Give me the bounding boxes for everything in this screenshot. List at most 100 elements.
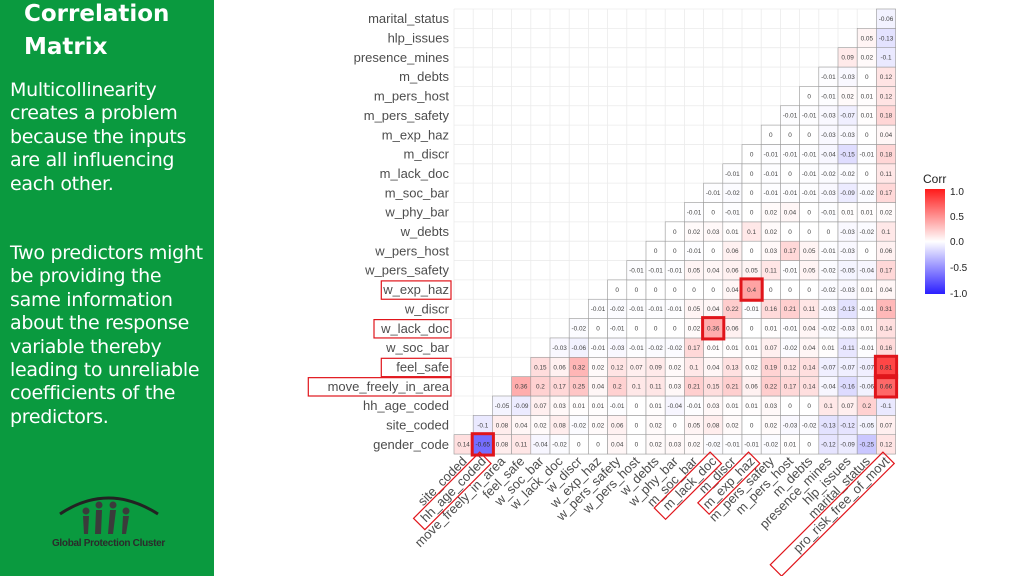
- cell-value-label: 0.11: [803, 306, 815, 313]
- cell-value-label: 0: [596, 326, 600, 333]
- cell-value-label: 0.11: [880, 171, 892, 178]
- cell-value-label: 0: [865, 171, 869, 178]
- cell-value-label: -0.01: [648, 268, 663, 275]
- cell-value-label: 0: [788, 403, 792, 410]
- row-label: move_freely_in_area: [328, 379, 450, 394]
- heatmap-cells: 0.14 -0.65 0.08 0.11 -0.04 -0.02 0 0 0.04 0 0.02 0.…: [453, 8, 896, 455]
- cell-value-label: 0.14: [457, 442, 470, 449]
- cell-value-label: -0.02: [802, 422, 817, 429]
- cell-value-label: 0: [788, 287, 792, 294]
- cell-value-label: -0.07: [840, 364, 855, 371]
- cell-value-label: 0.25: [573, 384, 586, 391]
- cell-value-label: 0.02: [765, 422, 778, 429]
- cell-value-label: 0.01: [841, 209, 854, 216]
- cell-value-label: 0.19: [765, 364, 778, 371]
- cell-value-label: -0.04: [860, 268, 875, 275]
- row-label: presence_mines: [354, 50, 450, 65]
- cell-value-label: 0: [865, 248, 869, 255]
- cell-value-label: -0.03: [840, 326, 855, 333]
- row-labels: marital_status hlp_issues presence_mines m_…: [328, 11, 450, 452]
- cell-value-label: -0.1: [880, 403, 891, 410]
- cell-value-label: 0: [635, 326, 639, 333]
- cell-value-label: 0.09: [649, 364, 662, 371]
- cell-value-label: 0: [865, 74, 869, 81]
- cell-value-label: 0.02: [861, 55, 874, 62]
- cell-value-label: -0.01: [687, 403, 702, 410]
- row-label: gender_code: [373, 437, 449, 452]
- cell-value-label: 0: [807, 287, 811, 294]
- cell-value-label: 0.16: [765, 306, 778, 313]
- cell-value-label: 0.06: [726, 248, 739, 255]
- row-label: m_discr: [403, 147, 449, 162]
- cell-value-label: -0.01: [821, 248, 836, 255]
- cell-value-label: 0: [654, 326, 658, 333]
- cell-value-label: 0.02: [765, 229, 778, 236]
- cell-value-label: -0.12: [821, 442, 836, 449]
- cell-value-label: 0.2: [613, 384, 622, 391]
- cell-value-label: 0.01: [861, 326, 874, 333]
- cell-value-label: -0.02: [668, 345, 683, 352]
- cell-value-label: 0.01: [861, 209, 874, 216]
- cell-value-label: -0.01: [783, 113, 798, 120]
- cell-value-label: 0.02: [534, 422, 547, 429]
- cell-value-label: 0.04: [707, 306, 720, 313]
- predictors-paragraph: Two predictors might be providing the sa…: [10, 242, 203, 428]
- cell-value-label: -0.02: [840, 171, 855, 178]
- cell-value-label: -0.01: [687, 248, 702, 255]
- cell-value-label: 0: [807, 403, 811, 410]
- cell-value-label: -0.02: [572, 422, 587, 429]
- cell-value-label: 0: [865, 132, 869, 139]
- cell-value-label: -0.06: [860, 384, 875, 391]
- cell-value-label: -0.06: [879, 16, 894, 23]
- cell-value-label: -0.01: [764, 171, 779, 178]
- cell-value-label: 0: [654, 287, 658, 294]
- cell-value-label: 0: [769, 287, 773, 294]
- cell-value-label: -0.02: [860, 190, 875, 197]
- correlation-matrix-chart: 0.14 -0.65 0.08 0.11 -0.04 -0.02 0 0 0.04 0 0.02 0.…: [307, 8, 968, 576]
- cell-value-label: 0: [635, 287, 639, 294]
- cell-value-label: 0.2: [536, 384, 545, 391]
- cell-value-label: -0.15: [840, 151, 855, 158]
- cell-value-label: -0.01: [860, 151, 875, 158]
- cell-value-label: 0.1: [632, 384, 641, 391]
- cell-value-label: -0.01: [629, 268, 644, 275]
- cell-value-label: 0: [788, 132, 792, 139]
- cell-value-label: -0.02: [821, 287, 836, 294]
- cell-value-label: 0.21: [726, 384, 739, 391]
- cell-value-label: 0.12: [784, 364, 797, 371]
- cell-value-label: 0: [750, 190, 754, 197]
- cell-value-label: 0.06: [745, 384, 758, 391]
- cell-value-label: 0.03: [765, 403, 778, 410]
- cell-value-label: 0: [711, 209, 715, 216]
- cell-value-label: 0: [635, 442, 639, 449]
- cell-value-label: 0: [788, 229, 792, 236]
- cell-value-label: 0.04: [803, 345, 816, 352]
- cell-value-label: 0: [807, 229, 811, 236]
- cell-value-label: 0.02: [592, 422, 605, 429]
- cell-value-label: 0.18: [880, 113, 893, 120]
- cell-value-label: 0.06: [726, 268, 739, 275]
- cell-value-label: 0: [750, 248, 754, 255]
- cell-value-label: -0.03: [840, 248, 855, 255]
- cell-value-label: 0.04: [803, 326, 816, 333]
- cell-value-label: 0.12: [880, 74, 893, 81]
- cell-value-label: 0.21: [784, 306, 797, 313]
- cell-value-label: 0.04: [726, 287, 739, 294]
- cell-value-label: -0.02: [648, 345, 663, 352]
- cell-value-label: 0.14: [880, 326, 893, 333]
- cell-value-label: -0.03: [840, 132, 855, 139]
- cell-value-label: -0.02: [572, 326, 587, 333]
- cell-value-label: -0.13: [821, 422, 836, 429]
- cell-value-label: 0.15: [707, 384, 720, 391]
- cell-value-label: 0.03: [669, 442, 682, 449]
- cell-value-label: -0.01: [725, 171, 740, 178]
- cell-value-label: 0.03: [765, 248, 778, 255]
- cell-value-label: 0: [807, 209, 811, 216]
- row-label: m_pers_host: [374, 89, 450, 104]
- cell-value-label: 0: [654, 248, 658, 255]
- cell-value-label: 0.01: [822, 345, 835, 352]
- cell-value-label: 0.01: [649, 403, 662, 410]
- cell-value-label: 0.16: [880, 345, 893, 352]
- cell-value-label: 0.01: [861, 287, 874, 294]
- cell-value-label: 0.02: [726, 422, 739, 429]
